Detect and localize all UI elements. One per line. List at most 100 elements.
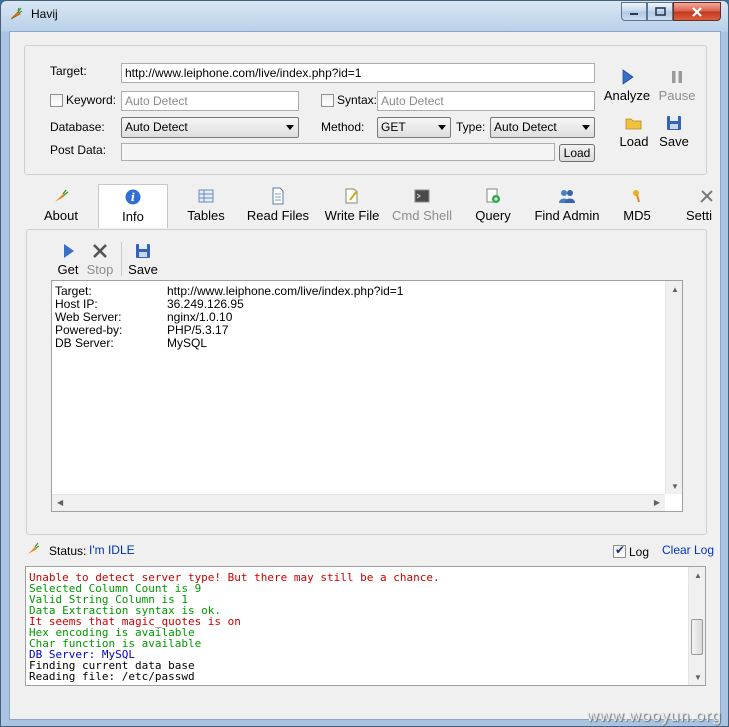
carrot-icon xyxy=(55,189,69,202)
keyword-label: Keyword: xyxy=(66,93,117,107)
database-value: Auto Detect xyxy=(125,120,188,134)
carrot-icon xyxy=(28,542,40,554)
info-value: nginx/1.0.10 xyxy=(167,310,233,324)
type-value: Auto Detect xyxy=(494,120,557,134)
tab-cmd-shell[interactable]: Cmd Shell xyxy=(388,184,456,226)
type-select[interactable]: Auto Detect xyxy=(490,117,595,138)
tab-settings[interactable]: Setti xyxy=(672,184,722,226)
stop-button[interactable]: Stop xyxy=(85,242,115,277)
client-area: Target: http://www.leiphone.com/live/ind… xyxy=(9,31,721,720)
users-icon xyxy=(559,190,575,203)
tab-write-file[interactable]: Write File xyxy=(316,184,388,226)
type-label: Type: xyxy=(456,120,486,134)
chevron-down-icon xyxy=(582,125,590,130)
load-button[interactable]: Load xyxy=(617,114,651,149)
tab-read-files[interactable]: Read Files xyxy=(240,184,316,226)
info-panel: Get Stop Save Target: http://www.leiphone… xyxy=(26,229,707,535)
scroll-up-icon[interactable]: ▲ xyxy=(671,285,679,294)
tab-label: Find Admin xyxy=(534,208,600,223)
pause-button[interactable]: Pause xyxy=(657,68,697,103)
info-output[interactable]: Target: http://www.leiphone.com/live/inde… xyxy=(51,280,683,512)
postdata-input[interactable] xyxy=(121,143,555,161)
keyword-checkbox[interactable] xyxy=(50,94,63,107)
database-select[interactable]: Auto Detect xyxy=(121,117,299,138)
clear-log-link[interactable]: Clear Log xyxy=(662,543,714,557)
title-bar[interactable]: Havij xyxy=(1,1,728,29)
info-row: DB Server: MySQL xyxy=(55,337,207,350)
tab-label: Setti xyxy=(686,208,713,223)
scroll-left-icon[interactable]: ◀ xyxy=(57,498,63,507)
status-label: Status: xyxy=(49,544,87,558)
syntax-input[interactable]: Auto Detect xyxy=(377,91,595,111)
analyze-button[interactable]: Analyze xyxy=(603,68,651,103)
tools-icon xyxy=(700,190,713,203)
tab-info[interactable]: i Info xyxy=(98,184,168,228)
floppy-icon xyxy=(667,116,681,130)
target-panel: Target: http://www.leiphone.com/live/ind… xyxy=(24,45,707,175)
maximize-icon xyxy=(654,7,666,16)
load-label: Load xyxy=(619,134,649,149)
folder-icon xyxy=(625,118,642,130)
analyze-label: Analyze xyxy=(603,88,651,103)
log-vertical-scrollbar[interactable]: ▲ ▼ xyxy=(688,567,705,685)
info-key: DB Server: xyxy=(55,336,114,350)
pause-icon xyxy=(672,71,682,83)
log-output[interactable]: Unable to detect server type! But there … xyxy=(25,566,706,686)
info-value: 36.249.126.95 xyxy=(167,297,244,311)
info-save-button[interactable]: Save xyxy=(127,242,159,277)
tab-label: About xyxy=(44,208,78,223)
scroll-thumb[interactable] xyxy=(691,619,703,655)
info-horizontal-scrollbar[interactable]: ◀ ▶ xyxy=(52,494,665,511)
close-button[interactable] xyxy=(673,2,721,21)
stop-label: Stop xyxy=(86,262,114,277)
scroll-right-icon[interactable]: ▶ xyxy=(654,498,660,507)
floppy-icon xyxy=(136,244,150,258)
tab-label: Write File xyxy=(324,208,380,223)
document-icon xyxy=(272,187,284,205)
info-icon: i xyxy=(125,189,141,205)
minimize-button[interactable] xyxy=(621,2,647,21)
chevron-down-icon xyxy=(438,125,446,130)
tab-tables[interactable]: Tables xyxy=(176,184,236,226)
tab-label: MD5 xyxy=(623,208,651,223)
log-line: Reading file: /etc/passwd xyxy=(29,670,195,683)
info-value: http://www.leiphone.com/live/index.php?i… xyxy=(167,284,404,298)
info-value: PHP/5.3.17 xyxy=(167,323,229,337)
get-button[interactable]: Get xyxy=(53,242,83,277)
tab-find-admin[interactable]: Find Admin xyxy=(526,184,608,226)
play-icon xyxy=(622,69,634,85)
minimize-icon xyxy=(630,12,638,15)
terminal-icon xyxy=(414,189,430,203)
tab-label: Cmd Shell xyxy=(392,208,452,223)
tab-label: Query xyxy=(475,208,511,223)
close-icon xyxy=(692,6,702,17)
log-label: Log xyxy=(629,545,650,559)
key-icon xyxy=(633,190,640,203)
info-value: MySQL xyxy=(167,336,208,350)
chevron-down-icon xyxy=(286,125,294,130)
stop-icon xyxy=(93,244,107,258)
status-value: I'm IDLE xyxy=(89,543,135,557)
info-vertical-scrollbar[interactable]: ▲ ▼ xyxy=(665,281,682,494)
tab-query[interactable]: Query xyxy=(466,184,520,226)
target-input[interactable]: http://www.leiphone.com/live/index.php?i… xyxy=(121,63,595,83)
tab-md5[interactable]: MD5 xyxy=(614,184,660,226)
save-button[interactable]: Save xyxy=(657,114,691,149)
save-label: Save xyxy=(659,134,689,149)
carrot-icon xyxy=(10,7,23,20)
syntax-checkbox[interactable] xyxy=(321,94,334,107)
scroll-down-icon[interactable]: ▼ xyxy=(694,673,702,682)
tab-about[interactable]: About xyxy=(32,184,90,226)
database-label: Database: xyxy=(50,120,105,134)
scroll-up-icon[interactable]: ▲ xyxy=(694,571,702,580)
tab-label: Info xyxy=(122,209,144,224)
keyword-input[interactable]: Auto Detect xyxy=(121,91,299,111)
maximize-button[interactable] xyxy=(647,2,673,21)
method-select[interactable]: GET xyxy=(377,117,451,138)
log-checkbox[interactable] xyxy=(613,543,626,558)
svg-text:i: i xyxy=(131,191,135,204)
load-postdata-button[interactable]: Load xyxy=(559,144,595,162)
scroll-down-icon[interactable]: ▼ xyxy=(671,482,679,491)
method-value: GET xyxy=(381,120,406,134)
syntax-label: Syntax: xyxy=(337,93,378,107)
